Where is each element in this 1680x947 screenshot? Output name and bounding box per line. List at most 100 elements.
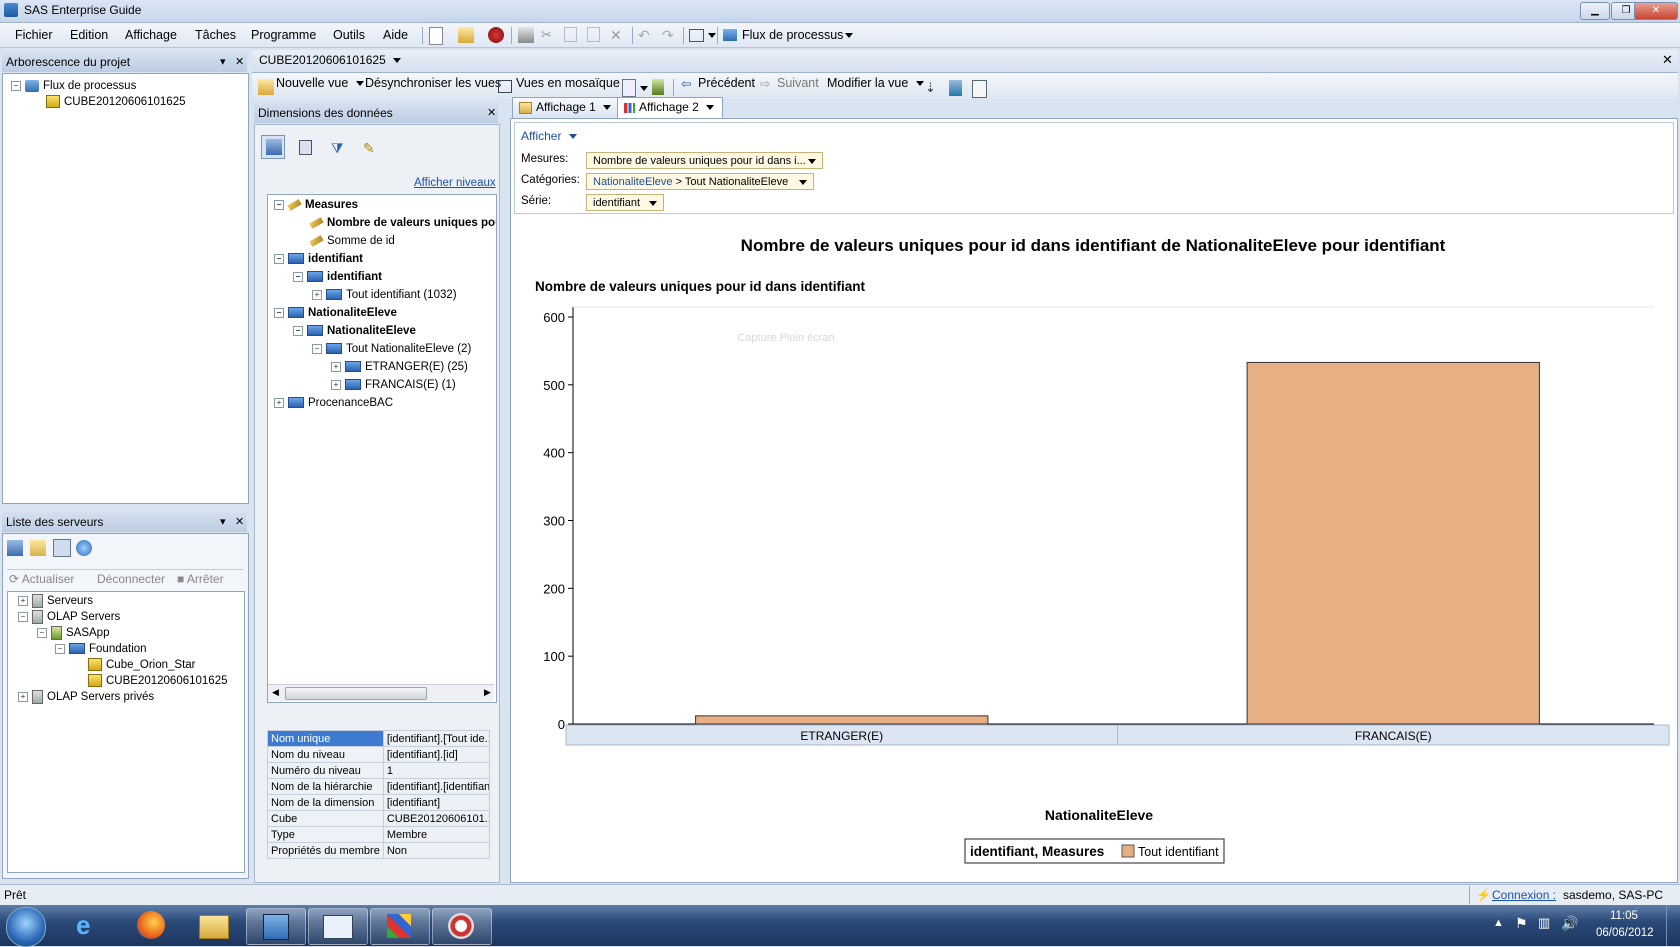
print-icon[interactable] [518, 27, 534, 43]
tree-item-cube[interactable]: CUBE20120606101625 [46, 94, 186, 110]
next-button[interactable]: Suivant [777, 76, 819, 90]
categories-link[interactable]: NationaliteEleve [593, 176, 673, 188]
expand-icon[interactable]: + [18, 595, 28, 606]
menu-fichier[interactable]: Fichier [15, 28, 53, 42]
add-to-project-icon[interactable] [488, 27, 504, 43]
taskbar-explorer[interactable] [184, 908, 242, 943]
new-icon[interactable] [429, 27, 443, 45]
tree-item-foundation[interactable]: − Foundation [55, 641, 147, 657]
taskbar-app4[interactable] [432, 908, 492, 945]
minimize-button[interactable]: ▁ [1580, 2, 1610, 20]
tree-dimension-provenance[interactable]: + ProcenanceBAC [274, 395, 393, 411]
document-tab[interactable]: CUBE20120606101625 [259, 53, 402, 67]
tree-item-cube-2012[interactable]: CUBE20120606101625 [88, 673, 228, 689]
menu-affichage[interactable]: Affichage [125, 28, 177, 42]
collapse-icon[interactable]: − [293, 271, 303, 282]
server-view-icon[interactable] [53, 539, 71, 557]
categories-dropdown[interactable]: NationaliteEleve > Tout NationaliteEleve [586, 173, 814, 190]
pane-menu-icon[interactable]: ▾ [220, 52, 226, 72]
scrollbar-thumb[interactable] [285, 687, 427, 700]
collapse-icon[interactable]: − [293, 325, 303, 336]
tree-measure-sum[interactable]: Somme de id [309, 233, 395, 249]
pane-menu-icon[interactable]: ▾ [220, 512, 226, 532]
taskbar-firefox[interactable] [122, 908, 180, 943]
collapse-icon[interactable]: − [274, 307, 284, 318]
open-icon[interactable] [458, 27, 474, 43]
show-menu-button[interactable]: Afficher [521, 129, 577, 143]
tree-member-all-identifiant[interactable]: + Tout identifiant (1032) [312, 287, 457, 303]
property-row[interactable]: Nom unique [identifiant].[Tout ide... [267, 730, 490, 747]
bar-etranger-e-[interactable] [695, 715, 989, 725]
redo-icon[interactable]: ↷ [662, 27, 678, 43]
expand-icon[interactable]: + [312, 289, 322, 300]
tree-item-process-flow[interactable]: − Flux de processus [11, 78, 136, 94]
collapse-icon[interactable]: − [274, 199, 284, 210]
tree-hierarchy-nationalite[interactable]: − NationaliteEleve [293, 323, 416, 339]
scroll-right-icon[interactable]: ▶ [484, 687, 491, 698]
scroll-left-icon[interactable]: ◀ [272, 687, 279, 698]
menu-taches[interactable]: Tâches [195, 28, 236, 42]
collapse-icon[interactable]: − [274, 253, 284, 264]
tree-item-sasapp[interactable]: − SASApp [37, 625, 109, 641]
property-row[interactable]: Nom de la dimension [identifiant] [267, 794, 490, 811]
window-layout-icon[interactable] [689, 29, 704, 42]
highlight-icon[interactable]: ✎ [363, 140, 379, 156]
export-icon[interactable] [622, 79, 636, 97]
property-row[interactable]: Propriétés du membre Non [267, 842, 490, 859]
show-hidden-icons-icon[interactable]: ▲ [1493, 917, 1504, 929]
process-flow-dropdown[interactable]: Flux de processus [742, 28, 843, 42]
table-icon[interactable] [972, 80, 987, 98]
show-levels-link[interactable]: Afficher niveaux [414, 177, 496, 189]
collapse-icon[interactable]: − [55, 643, 65, 654]
expand-icon[interactable]: + [18, 691, 28, 702]
menu-edition[interactable]: Edition [70, 28, 108, 42]
property-row[interactable]: Nom de la hiérarchie [identifiant].[ident… [267, 778, 490, 795]
clock-time[interactable]: 11:05 [1610, 910, 1638, 922]
tree-measures[interactable]: − Measures [274, 197, 358, 213]
calculator-icon[interactable] [299, 140, 312, 155]
taskbar-app3[interactable] [370, 908, 430, 945]
tree-member-all-nationalite[interactable]: − Tout NationaliteEleve (2) [312, 341, 471, 357]
collapse-icon[interactable]: − [37, 627, 47, 638]
property-row[interactable]: Nom du niveau [identifiant].[id] [267, 746, 490, 763]
new-view-button[interactable]: Nouvelle vue [276, 76, 364, 90]
chevron-down-icon[interactable] [708, 33, 716, 38]
chevron-down-icon[interactable] [640, 86, 648, 91]
tree-item-private-olap[interactable]: + OLAP Servers privés [18, 689, 154, 705]
close-window-button[interactable]: ✕ [1634, 2, 1678, 20]
stop-button[interactable]: ■ Arrêter [177, 572, 224, 586]
property-row[interactable]: Numéro du niveau 1 [267, 762, 490, 779]
close-pane-icon[interactable]: ✕ [487, 103, 496, 123]
tree-member-francais[interactable]: + FRANCAIS(E) (1) [331, 377, 456, 393]
tile-views-button[interactable]: Vues en mosaïque [516, 76, 620, 90]
previous-button[interactable]: Précédent [698, 76, 755, 90]
tree-hierarchy-identifiant[interactable]: − identifiant [293, 269, 382, 285]
tree-dimension-nationalite[interactable]: − NationaliteEleve [274, 305, 397, 321]
menu-outils[interactable]: Outils [333, 28, 365, 42]
tree-item-servers[interactable]: + Serveurs [18, 593, 93, 609]
taskbar-app2[interactable] [308, 908, 368, 945]
taskbar-sas-eg[interactable] [246, 908, 306, 945]
folder-icon[interactable] [30, 540, 46, 556]
collapse-icon[interactable]: − [312, 343, 322, 354]
clock-date[interactable]: 06/06/2012 [1596, 927, 1654, 939]
filter-icon[interactable]: ⧩ [331, 140, 347, 156]
connection-link[interactable]: Connexion : [1492, 888, 1556, 902]
new-server-icon[interactable] [7, 540, 23, 556]
desync-views-button[interactable]: Désynchroniser les vues [365, 76, 501, 90]
modify-view-button[interactable]: Modifier la vue [827, 76, 924, 90]
collapse-icon[interactable]: − [11, 80, 21, 91]
tab-affichage-2[interactable]: Affichage 2 [617, 97, 724, 119]
volume-icon[interactable]: 🔊 [1561, 915, 1578, 932]
tree-dimension-identifiant[interactable]: − identifiant [274, 251, 363, 267]
refresh-button[interactable]: ⟳ Actualiser [9, 572, 74, 586]
network-icon[interactable]: ▥ [1538, 915, 1550, 931]
tree-item-olap-servers[interactable]: − OLAP Servers [18, 609, 120, 625]
tree-member-etranger[interactable]: + ETRANGER(E) (25) [331, 359, 468, 375]
copy-icon[interactable] [564, 27, 577, 42]
expand-icon[interactable]: + [274, 397, 284, 408]
tree-item-cube-orion-star[interactable]: Cube_Orion_Star [88, 657, 196, 673]
bar-francais-e-[interactable] [1246, 361, 1540, 725]
process-flow-icon[interactable] [723, 29, 737, 41]
delete-icon[interactable]: ✕ [610, 27, 626, 43]
